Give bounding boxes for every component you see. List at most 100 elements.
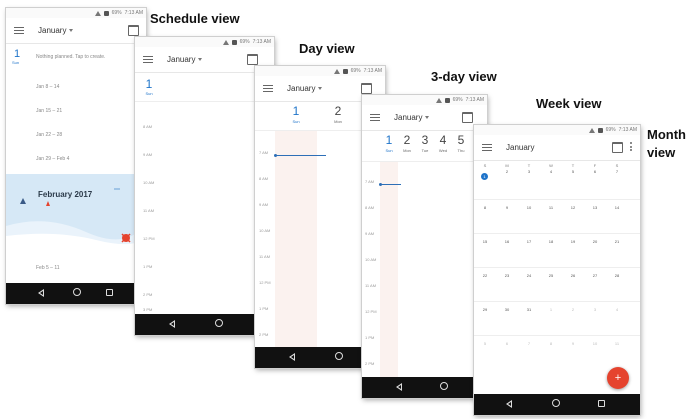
- month-day-cell[interactable]: 3: [523, 169, 535, 174]
- clock: 7:13 AM: [363, 68, 382, 74]
- create-event-fab[interactable]: +: [607, 367, 629, 389]
- month-selector[interactable]: January: [287, 84, 323, 93]
- month-day-cell[interactable]: 2: [567, 307, 579, 312]
- day-number[interactable]: 1: [380, 133, 398, 147]
- month-day-cell[interactable]: 8: [479, 205, 491, 210]
- day-number[interactable]: 4: [434, 133, 452, 147]
- month-day-cell[interactable]: 1: [481, 173, 488, 180]
- month-day-cell[interactable]: 24: [523, 273, 535, 278]
- month-day-cell[interactable]: 3: [589, 307, 601, 312]
- day-number[interactable]: 5: [452, 133, 470, 147]
- month-selector[interactable]: January: [394, 113, 430, 122]
- month-selector[interactable]: January: [38, 26, 74, 35]
- month-day-cell[interactable]: 19: [567, 239, 579, 244]
- month-day-cell[interactable]: 21: [611, 239, 623, 244]
- home-icon[interactable]: [215, 319, 223, 327]
- app-bar: January: [135, 47, 274, 73]
- today-icon[interactable]: [612, 142, 623, 153]
- navigation-bar: [474, 394, 640, 415]
- month-day-cell[interactable]: 18: [545, 239, 557, 244]
- today-icon[interactable]: [128, 25, 139, 36]
- month-day-cell[interactable]: 13: [589, 205, 601, 210]
- month-day-cell[interactable]: 8: [545, 341, 557, 346]
- hour-label: 2 PM: [365, 361, 375, 366]
- month-day-cell[interactable]: 11: [611, 341, 623, 346]
- menu-icon[interactable]: [263, 85, 273, 92]
- recents-icon[interactable]: [598, 400, 605, 407]
- month-selector[interactable]: January: [167, 55, 203, 64]
- month-day-cell[interactable]: 7: [523, 341, 535, 346]
- day-number[interactable]: 1: [275, 104, 317, 118]
- more-options-icon[interactable]: [630, 142, 632, 151]
- recents-icon[interactable]: [106, 289, 113, 296]
- month-day-cell[interactable]: 11: [545, 205, 557, 210]
- week-range[interactable]: Jan 22 – 28: [36, 132, 62, 138]
- month-day-cell[interactable]: 22: [479, 273, 491, 278]
- day-name: Mon: [403, 148, 411, 153]
- day-number[interactable]: 2: [317, 104, 359, 118]
- battery-level: 69%: [111, 10, 122, 16]
- month-day-cell[interactable]: 7: [611, 169, 623, 174]
- day-number[interactable]: 3: [416, 133, 434, 147]
- back-icon[interactable]: [289, 353, 295, 361]
- hour-label: 2 PM: [259, 332, 269, 337]
- month-day-cell[interactable]: 16: [501, 239, 513, 244]
- back-icon[interactable]: [396, 383, 402, 391]
- month-day-cell[interactable]: 5: [567, 169, 579, 174]
- month-day-cell[interactable]: 30: [501, 307, 513, 312]
- month-day-cell[interactable]: 26: [567, 273, 579, 278]
- day-name: Sun: [145, 91, 153, 96]
- weekday-header: M: [505, 163, 509, 168]
- month-day-cell[interactable]: 14: [611, 205, 623, 210]
- week-range[interactable]: Jan 15 – 21: [36, 108, 62, 114]
- month-day-cell[interactable]: 1: [545, 307, 557, 312]
- today-icon[interactable]: [247, 54, 258, 65]
- month-day-cell[interactable]: 25: [545, 273, 557, 278]
- month-day-cell[interactable]: 28: [611, 273, 623, 278]
- month-day-cell[interactable]: 23: [501, 273, 513, 278]
- month-day-cell[interactable]: 29: [479, 307, 491, 312]
- month-day-cell[interactable]: 10: [589, 341, 601, 346]
- today-icon[interactable]: [462, 112, 473, 123]
- today-day-name: Sun: [12, 60, 20, 65]
- week-range[interactable]: Jan 29 – Feb 4: [36, 156, 69, 162]
- month-day-cell[interactable]: 9: [567, 341, 579, 346]
- month-day-cell[interactable]: 12: [567, 205, 579, 210]
- today-column: [275, 130, 317, 347]
- menu-icon[interactable]: [143, 56, 153, 63]
- hour-label: 11 AM: [259, 254, 271, 259]
- month-day-cell[interactable]: 4: [545, 169, 557, 174]
- month-day-cell[interactable]: 15: [479, 239, 491, 244]
- month-title[interactable]: January: [506, 143, 534, 152]
- menu-icon[interactable]: [14, 27, 24, 34]
- month-title: January: [394, 113, 423, 122]
- month-day-cell[interactable]: 17: [523, 239, 535, 244]
- back-icon[interactable]: [506, 400, 512, 408]
- month-day-cell[interactable]: 6: [501, 341, 513, 346]
- month-day-cell[interactable]: 9: [501, 205, 513, 210]
- menu-icon[interactable]: [370, 114, 380, 121]
- month-day-cell[interactable]: 4: [611, 307, 623, 312]
- month-day-cell[interactable]: 10: [523, 205, 535, 210]
- day-number[interactable]: 2: [398, 133, 416, 147]
- today-icon[interactable]: [361, 83, 372, 94]
- menu-icon[interactable]: [482, 144, 492, 151]
- week-range[interactable]: Feb 5 – 11: [36, 265, 60, 271]
- month-day-cell[interactable]: 2: [501, 169, 513, 174]
- back-icon[interactable]: [38, 289, 44, 297]
- day-number[interactable]: 1: [143, 77, 155, 91]
- month-day-cell[interactable]: 27: [589, 273, 601, 278]
- home-icon[interactable]: [73, 288, 81, 296]
- hour-label: 11 AM: [365, 283, 377, 288]
- back-icon[interactable]: [169, 320, 175, 328]
- month-day-cell[interactable]: 31: [523, 307, 535, 312]
- home-icon[interactable]: [335, 352, 343, 360]
- month-day-cell[interactable]: 5: [479, 341, 491, 346]
- home-icon[interactable]: [440, 382, 448, 390]
- empty-day-note[interactable]: Nothing planned. Tap to create.: [36, 54, 105, 60]
- home-icon[interactable]: [552, 399, 560, 407]
- month-day-cell[interactable]: 6: [589, 169, 601, 174]
- week-range[interactable]: Jan 8 – 14: [36, 84, 59, 90]
- dropdown-caret-icon: [198, 58, 203, 62]
- month-day-cell[interactable]: 20: [589, 239, 601, 244]
